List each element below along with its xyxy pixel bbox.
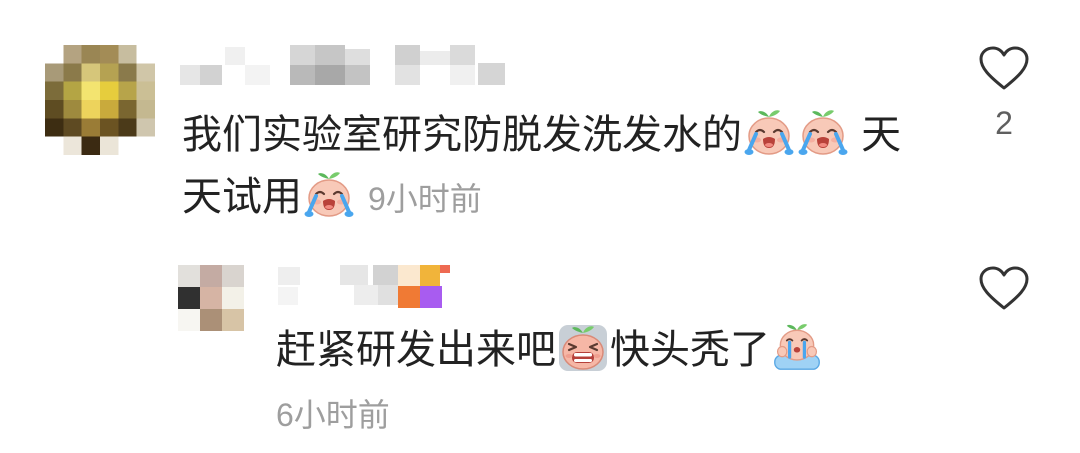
username-redacted[interactable] (180, 45, 505, 87)
reply-username-redacted[interactable] (278, 265, 453, 310)
crying-face-icon (744, 107, 794, 157)
crying-face-icon (798, 107, 848, 157)
reply-text-part: 快头秃了 (610, 328, 770, 372)
reply-text-part: 赶紧研发出来吧 (276, 328, 556, 372)
comment-text[interactable]: 我们实验室研究防脱发洗发水的 天天试用 9小时前 (182, 104, 922, 230)
reply-timestamp: 6小时前 (276, 397, 390, 433)
heart-outline-icon[interactable] (978, 265, 1030, 311)
reply-like-button[interactable] (978, 265, 1030, 311)
grimace-face-icon (558, 322, 608, 372)
comment-timestamp: 9小时前 (368, 181, 482, 217)
sobbing-face-icon (772, 322, 822, 372)
crying-face-icon (304, 169, 354, 219)
like-count: 2 (995, 105, 1013, 141)
like-button[interactable]: 2 (978, 45, 1030, 141)
heart-outline-icon[interactable] (978, 45, 1030, 91)
reply-avatar[interactable] (178, 265, 244, 331)
reply-text[interactable]: 赶紧研发出来吧 快头秃了 (276, 319, 976, 381)
avatar[interactable] (45, 45, 155, 155)
comment-text-part: 我们实验室研究防脱发洗发水的 (182, 113, 742, 157)
